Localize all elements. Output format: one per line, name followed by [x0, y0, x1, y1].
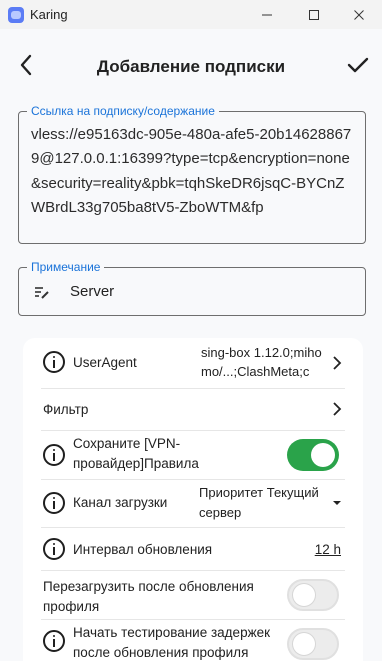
update-interval-label: Интервал обновления	[73, 542, 213, 557]
info-icon	[43, 492, 65, 514]
latency-test-label: Начать тестирование задержек после обнов…	[73, 625, 271, 660]
minimize-button[interactable]	[244, 0, 290, 29]
user-agent-row[interactable]: UserAgent sing-box 1.12.0;mihomo/...;Cla…	[41, 338, 345, 388]
subscription-url-value[interactable]: vless://e95163dc-905e-480a-afe5-20b14628…	[31, 123, 357, 221]
minimize-icon	[262, 14, 272, 15]
toggle-knob	[293, 633, 315, 655]
user-agent-label: UserAgent	[73, 355, 137, 370]
reload-after-update-label: Перезагрузить после обновления профиля	[43, 579, 254, 614]
maximize-icon	[309, 9, 319, 20]
save-rules-toggle[interactable]	[287, 439, 339, 471]
window-titlebar: Karing	[0, 0, 382, 29]
download-channel-value: Приоритет Текущий сервер	[199, 485, 319, 520]
filter-row[interactable]: Фильтр	[41, 389, 345, 430]
chevron-right-icon	[333, 402, 342, 416]
reload-after-update-toggle[interactable]	[287, 579, 339, 611]
latency-test-toggle[interactable]	[287, 628, 339, 660]
user-agent-value: sing-box 1.12.0;mihomo/...;ClashMeta;c	[201, 345, 322, 379]
close-icon	[354, 9, 364, 20]
latency-test-row: Начать тестирование задержек после обнов…	[41, 620, 345, 661]
edit-note-icon	[35, 287, 49, 299]
subscription-url-label: Ссылка на подписку/содержание	[27, 104, 219, 118]
page-title: Добавление подписки	[96, 57, 286, 76]
save-rules-row: Сохраните [VPN-провайдер]Правила	[41, 431, 345, 479]
note-value[interactable]: Server	[70, 283, 114, 300]
window-title: Karing	[30, 7, 68, 22]
chevron-right-icon	[333, 356, 342, 370]
info-icon[interactable]	[43, 538, 65, 560]
note-label: Примечание	[27, 260, 105, 274]
subscription-settings-card: UserAgent sing-box 1.12.0;mihomo/...;Cla…	[23, 338, 363, 661]
dropdown-arrow-icon	[333, 501, 341, 505]
update-interval-row: Интервал обновления 12 h	[41, 528, 345, 570]
download-channel-label: Канал загрузки	[73, 495, 168, 510]
info-icon[interactable]	[43, 444, 65, 466]
reload-after-update-row: Перезагрузить после обновления профиля	[41, 571, 345, 619]
toggle-knob	[311, 443, 335, 467]
app-header: Добавление подписки	[0, 29, 382, 101]
maximize-button[interactable]	[291, 0, 337, 29]
confirm-button[interactable]	[344, 51, 372, 79]
info-icon[interactable]	[43, 630, 65, 652]
toggle-knob	[293, 584, 315, 606]
subscription-url-field[interactable]: Ссылка на подписку/содержание vless://e9…	[18, 104, 366, 244]
app-logo-icon	[8, 7, 24, 23]
info-icon	[43, 351, 65, 373]
filter-label: Фильтр	[43, 402, 89, 417]
note-field[interactable]: Примечание Server	[18, 260, 366, 316]
update-interval-value[interactable]: 12 h	[315, 540, 341, 560]
download-channel-row[interactable]: Канал загрузки Приоритет Текущий сервер	[41, 480, 345, 527]
check-icon	[347, 57, 369, 73]
save-rules-label: Сохраните [VPN-провайдер]Правила	[73, 436, 199, 471]
close-window-button[interactable]	[336, 0, 382, 29]
